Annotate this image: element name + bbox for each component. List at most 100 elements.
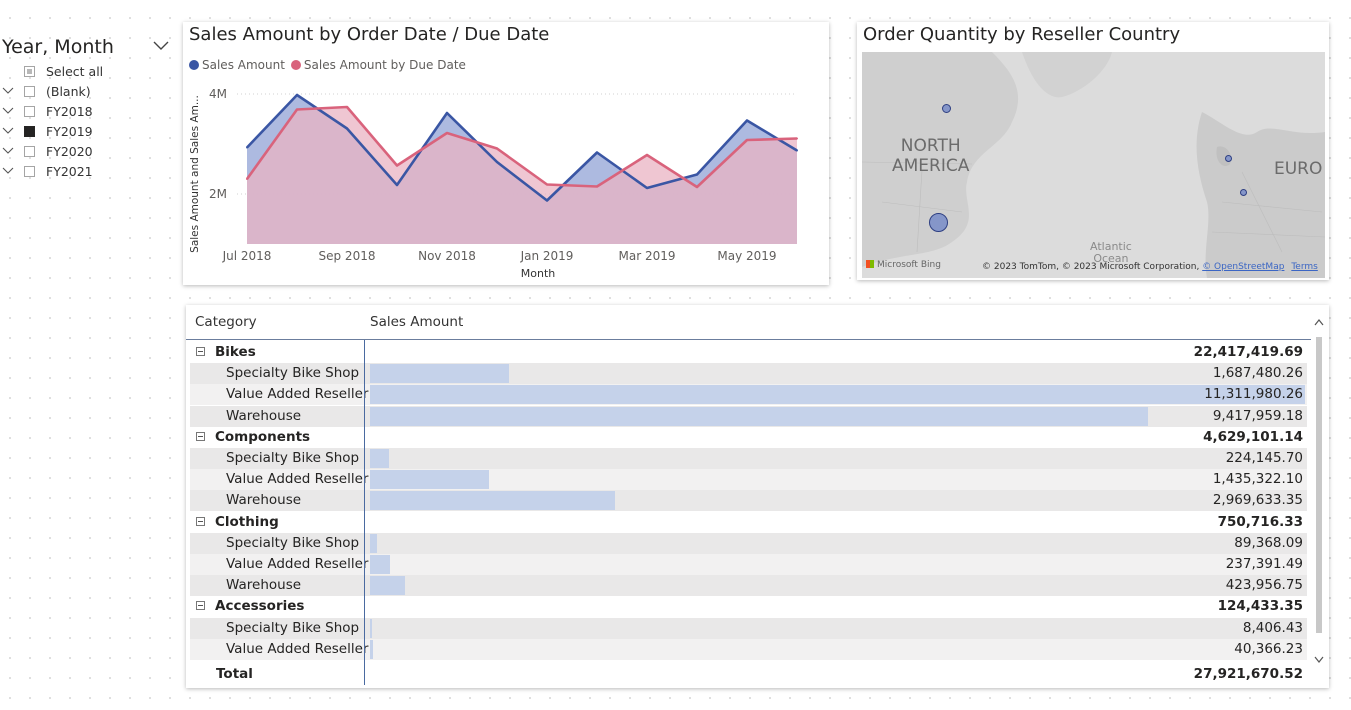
slicer-checkbox[interactable] (24, 86, 35, 97)
expand-chevron-icon[interactable] (2, 106, 14, 116)
matrix-group-row[interactable]: Components 4,629,101.14 (190, 427, 1307, 448)
year-month-slicer[interactable]: Year, Month Select all (Blank) FY2018 FY201… (0, 30, 180, 190)
data-point[interactable] (546, 199, 548, 202)
matrix-header: Category Sales Amount (186, 305, 1311, 340)
matrix-row[interactable]: Specialty Bike Shop 8,406.43 (190, 617, 1307, 639)
slicer-item[interactable]: FY2021 (0, 162, 175, 182)
data-point[interactable] (396, 184, 398, 186)
sales-amount-value: 750,716.33 (1217, 513, 1303, 530)
slicer-checkbox[interactable] (24, 66, 35, 77)
data-point[interactable] (246, 146, 248, 149)
collapse-toggle-icon[interactable] (196, 516, 205, 526)
matrix-row[interactable]: Value Added Reseller 40,366.23 (190, 638, 1307, 660)
data-bar (370, 449, 389, 468)
data-point[interactable] (296, 108, 298, 111)
expand-chevron-icon[interactable] (2, 86, 14, 96)
business-type-label: Specialty Bike Shop (226, 534, 360, 551)
map-canvas[interactable]: NORTH AMERICA EURO Atlantic Ocean Micros… (862, 52, 1325, 278)
slicer-checkbox[interactable] (24, 126, 35, 137)
matrix-group-row[interactable]: Clothing 750,716.33 (190, 512, 1307, 533)
total-label: Total (216, 666, 253, 682)
matrix-row[interactable]: Warehouse 2,969,633.35 (190, 490, 1307, 512)
matrix-row[interactable]: Value Added Reseller 11,311,980.26 (190, 384, 1307, 406)
slicer-item-label: (Blank) (46, 84, 91, 99)
sales-amount-value: 2,969,633.35 (1212, 492, 1303, 509)
data-point[interactable] (796, 149, 798, 152)
sales-line-chart-card[interactable]: Sales Amount by Order Date / Due Date Sa… (183, 22, 829, 285)
line-chart-plot[interactable]: 2M 4M Jul 2018 Sep 2018 Nov 2018 Jan 2019 Mar … (183, 22, 829, 285)
openstreetmap-link[interactable]: © OpenStreetMap (1202, 262, 1284, 272)
expand-chevron-icon[interactable] (2, 146, 14, 156)
bing-logo: Microsoft Bing (866, 260, 941, 270)
data-point[interactable] (496, 147, 498, 150)
data-bar (370, 533, 378, 553)
chevron-down-icon[interactable] (152, 38, 170, 52)
business-type-label: Value Added Reseller (226, 471, 369, 488)
slicer-item[interactable]: (Blank) (0, 82, 175, 102)
data-point[interactable] (346, 127, 348, 130)
expand-chevron-icon[interactable] (2, 166, 14, 176)
slicer-checkbox[interactable] (24, 106, 35, 117)
matrix-row[interactable]: Warehouse 423,956.75 (190, 575, 1307, 597)
data-point[interactable] (696, 186, 698, 188)
data-point[interactable] (346, 106, 348, 108)
slicer-checkbox[interactable] (24, 166, 35, 177)
sales-amount-value: 124,433.35 (1217, 598, 1303, 615)
data-point[interactable] (546, 183, 548, 186)
x-tick-label: Jul 2018 (222, 249, 272, 263)
matrix-row[interactable]: Warehouse 9,417,959.18 (190, 405, 1307, 427)
reseller-map-card[interactable]: Order Quantity by Reseller Country NORTH… (857, 22, 1329, 280)
data-point[interactable] (696, 173, 698, 176)
map-bubble-united-kingdom[interactable] (1225, 155, 1232, 162)
slicer-item-label: Select all (46, 64, 104, 79)
column-header-category[interactable]: Category (195, 314, 257, 330)
matrix-row[interactable]: Specialty Bike Shop 1,687,480.26 (190, 363, 1307, 385)
map-bubble-canada[interactable] (942, 104, 951, 113)
sales-amount-value: 22,417,419.69 (1193, 344, 1303, 360)
y-tick-label: 2M (209, 187, 227, 201)
data-point[interactable] (646, 154, 648, 156)
x-axis-title: Month (521, 267, 556, 280)
collapse-toggle-icon[interactable] (196, 431, 205, 441)
data-point[interactable] (446, 132, 448, 134)
matrix-group-row[interactable]: Accessories 124,433.35 (190, 596, 1307, 617)
data-point[interactable] (446, 112, 448, 114)
map-bubble-united-states[interactable] (929, 213, 948, 232)
expand-chevron-icon[interactable] (2, 126, 14, 136)
data-point[interactable] (496, 161, 498, 163)
data-point[interactable] (596, 151, 598, 154)
slicer-item[interactable]: Select all (0, 62, 175, 82)
map-title: Order Quantity by Reseller Country (863, 24, 1181, 45)
data-point[interactable] (246, 178, 248, 180)
data-point[interactable] (396, 164, 398, 167)
data-point[interactable] (746, 119, 748, 122)
sales-amount-value: 89,368.09 (1234, 534, 1303, 551)
data-bar (370, 364, 510, 384)
matrix-group-row[interactable]: Bikes 22,417,419.69 (190, 342, 1307, 363)
collapse-toggle-icon[interactable] (196, 601, 205, 611)
data-point[interactable] (746, 139, 748, 141)
matrix-row[interactable]: Value Added Reseller 237,391.49 (190, 554, 1307, 575)
collapse-toggle-icon[interactable] (196, 347, 205, 356)
matrix-row[interactable]: Value Added Reseller 1,435,322.10 (190, 469, 1307, 491)
sales-amount-value: 423,956.75 (1225, 577, 1303, 594)
map-bubble-france[interactable] (1240, 189, 1247, 196)
data-point[interactable] (646, 187, 648, 189)
terms-link[interactable]: Terms (1291, 262, 1318, 272)
matrix-row[interactable]: Specialty Bike Shop 89,368.09 (190, 532, 1307, 554)
matrix-row[interactable]: Specialty Bike Shop 224,145.70 (190, 448, 1307, 469)
slicer-item[interactable]: FY2019 (0, 122, 175, 142)
data-point[interactable] (596, 185, 598, 188)
x-tick-label: May 2019 (717, 249, 776, 263)
data-point[interactable] (796, 137, 798, 140)
matrix-scrollbar[interactable] (1313, 315, 1325, 675)
slicer-item[interactable]: FY2018 (0, 102, 175, 122)
slicer-item-label: FY2021 (46, 164, 93, 179)
data-point[interactable] (296, 94, 298, 96)
y-tick-label: 4M (209, 87, 227, 101)
slicer-item[interactable]: FY2020 (0, 142, 175, 162)
sales-matrix[interactable]: Category Sales Amount Bikes 22,417,419.69… (186, 305, 1329, 688)
sales-amount-value: 40,366.23 (1234, 640, 1303, 657)
column-header-sales-amount[interactable]: Sales Amount (370, 314, 463, 330)
slicer-checkbox[interactable] (24, 146, 35, 157)
